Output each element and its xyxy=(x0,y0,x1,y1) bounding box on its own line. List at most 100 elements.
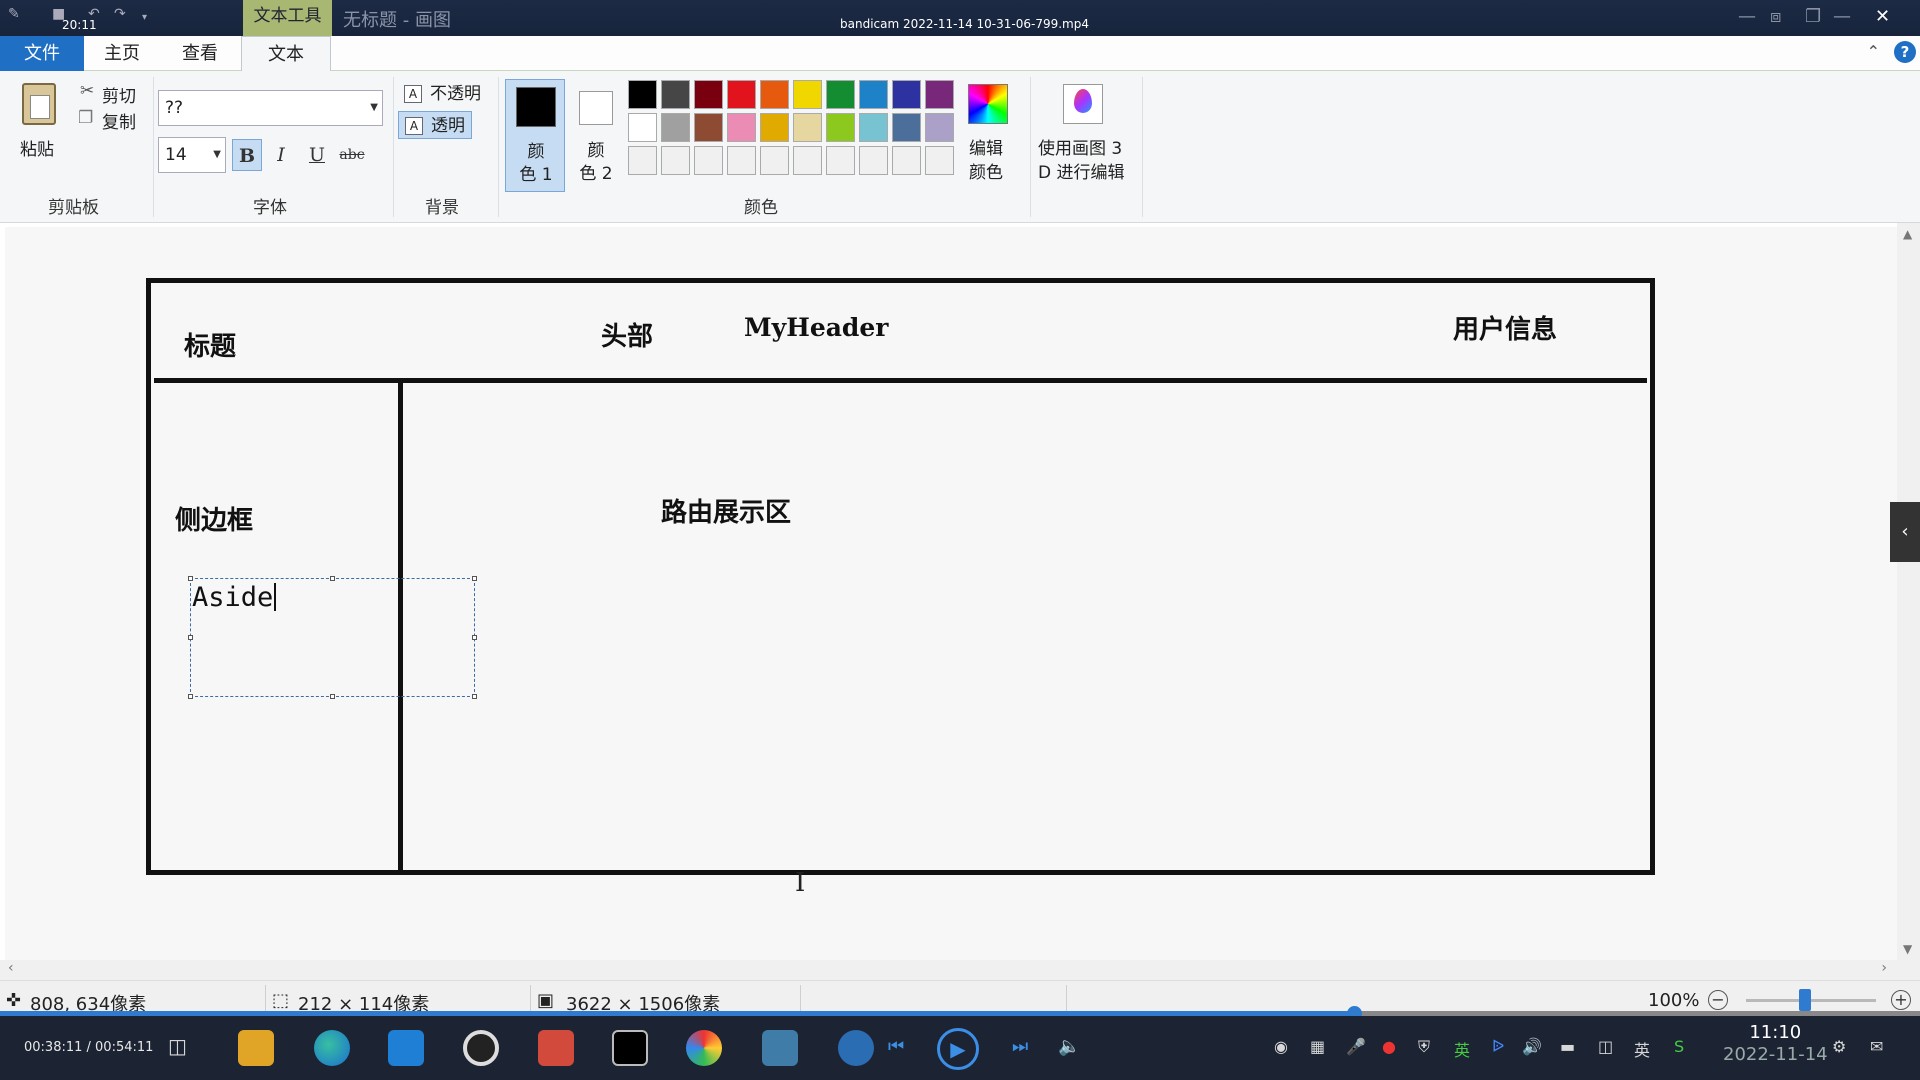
tray-grid-icon[interactable]: ▦ xyxy=(1310,1037,1325,1056)
copy-button[interactable]: 复制 xyxy=(102,108,136,133)
tray-app-icon[interactable]: ◉ xyxy=(1274,1037,1288,1056)
scroll-right-icon[interactable]: › xyxy=(1881,960,1887,976)
palette-swatch[interactable] xyxy=(859,146,888,175)
volume-icon[interactable]: 🔈 xyxy=(1058,1036,1080,1057)
transparent-option[interactable]: A 透明 xyxy=(398,111,472,139)
paint-taskbar-icon[interactable] xyxy=(762,1030,798,1066)
palette-swatch[interactable] xyxy=(859,80,888,109)
resize-handle[interactable] xyxy=(472,635,477,640)
edit-colors-icon[interactable] xyxy=(968,84,1008,124)
palette-swatch[interactable] xyxy=(925,80,954,109)
horizontal-scrollbar[interactable]: ‹ › xyxy=(0,960,1897,980)
strikethrough-button[interactable]: abc xyxy=(336,139,368,171)
opaque-option[interactable]: A 不透明 xyxy=(398,80,487,108)
resize-handle[interactable] xyxy=(188,694,193,699)
microphone-icon[interactable]: 🎤 xyxy=(1346,1037,1366,1056)
zoom-out-button[interactable]: − xyxy=(1708,990,1728,1010)
resize-handle[interactable] xyxy=(472,694,477,699)
fullscreen-icon[interactable]: ⧈ xyxy=(1770,6,1781,27)
paint3d-icon[interactable] xyxy=(1063,84,1103,124)
palette-swatch[interactable] xyxy=(793,80,822,109)
notification-icon[interactable]: ✉ xyxy=(1870,1037,1883,1056)
collapse-ribbon-icon[interactable]: ⌃ xyxy=(1867,42,1880,61)
file-explorer-icon[interactable] xyxy=(238,1030,274,1066)
paint3d-label-line2[interactable]: D 进行编辑 xyxy=(1038,158,1125,183)
help-icon[interactable]: ? xyxy=(1894,41,1916,63)
bold-button[interactable]: B xyxy=(232,139,262,171)
paint-app-icon[interactable]: ✎ xyxy=(8,6,20,22)
ime-lang-label[interactable]: 英 xyxy=(1454,1037,1470,1061)
resize-handle[interactable] xyxy=(472,576,477,581)
palette-swatch[interactable] xyxy=(727,80,756,109)
italic-button[interactable]: I xyxy=(266,139,296,171)
system-clock[interactable]: 11:10 2022-11-14 xyxy=(1723,1022,1828,1066)
font-family-select[interactable]: ?? ▼ xyxy=(158,90,383,126)
palette-swatch[interactable] xyxy=(628,80,657,109)
speaker-icon[interactable]: 🔊 xyxy=(1522,1037,1542,1056)
palette-swatch[interactable] xyxy=(694,113,723,142)
palette-swatch[interactable] xyxy=(628,113,657,142)
resize-handle[interactable] xyxy=(188,576,193,581)
palette-swatch[interactable] xyxy=(793,146,822,175)
palette-swatch[interactable] xyxy=(892,80,921,109)
palette-swatch[interactable] xyxy=(826,80,855,109)
palette-swatch[interactable] xyxy=(892,146,921,175)
minimize-icon[interactable]: — xyxy=(1833,6,1851,27)
palette-swatch[interactable] xyxy=(760,146,789,175)
resize-handle[interactable] xyxy=(330,694,335,699)
palette-swatch[interactable] xyxy=(694,80,723,109)
scroll-down-icon[interactable]: ▼ xyxy=(1903,942,1912,956)
palette-swatch[interactable] xyxy=(859,113,888,142)
previous-icon[interactable]: ⏮ xyxy=(888,1036,904,1057)
underline-button[interactable]: U xyxy=(302,139,332,171)
copy-icon[interactable]: ❐ xyxy=(78,108,93,128)
redo-icon[interactable]: ↷ xyxy=(114,6,126,22)
quick-access-dropdown-icon[interactable]: ▾ xyxy=(142,12,147,23)
tab-view[interactable]: 查看 xyxy=(160,36,240,71)
palette-swatch[interactable] xyxy=(694,146,723,175)
zoom-slider-thumb[interactable] xyxy=(1798,989,1811,1011)
shield-icon[interactable]: ⛨ xyxy=(1418,1037,1430,1057)
zoom-slider[interactable] xyxy=(1746,999,1876,1002)
palette-swatch[interactable] xyxy=(793,113,822,142)
paste-icon[interactable] xyxy=(22,83,56,125)
vertical-scrollbar[interactable]: ▲ ▼ xyxy=(1897,223,1920,960)
terminal-icon[interactable] xyxy=(612,1030,648,1066)
tab-file[interactable]: 文件 xyxy=(0,36,84,71)
paint3d-label-line1[interactable]: 使用画图 3 xyxy=(1038,134,1122,159)
palette-swatch[interactable] xyxy=(727,113,756,142)
palette-swatch[interactable] xyxy=(661,80,690,109)
palette-swatch[interactable] xyxy=(628,146,657,175)
palette-swatch[interactable] xyxy=(826,113,855,142)
palette-swatch[interactable] xyxy=(760,113,789,142)
chrome-icon[interactable] xyxy=(686,1030,722,1066)
tab-text[interactable]: 文本 xyxy=(241,36,331,72)
undo-icon[interactable]: ↶ xyxy=(88,6,100,22)
palette-swatch[interactable] xyxy=(727,146,756,175)
resize-handle[interactable] xyxy=(330,576,335,581)
play-button[interactable]: ▶ xyxy=(937,1028,979,1070)
bandicam-icon[interactable] xyxy=(463,1030,499,1066)
palette-swatch[interactable] xyxy=(925,113,954,142)
edit-colors-label-line2[interactable]: 颜色 xyxy=(969,158,1003,183)
battery-icon[interactable]: ▬ xyxy=(1560,1037,1575,1056)
close-icon[interactable]: ✕ xyxy=(1875,6,1890,27)
vscode-icon[interactable] xyxy=(388,1030,424,1066)
next-icon[interactable]: ⏭ xyxy=(1012,1036,1028,1057)
palette-swatch[interactable] xyxy=(892,113,921,142)
edit-colors-label-line1[interactable]: 编辑 xyxy=(969,134,1003,159)
edge-icon[interactable] xyxy=(314,1030,350,1066)
scroll-left-icon[interactable]: ‹ xyxy=(8,960,14,976)
app-icon[interactable] xyxy=(538,1030,574,1066)
palette-swatch[interactable] xyxy=(826,146,855,175)
zoom-in-button[interactable]: + xyxy=(1891,990,1911,1010)
tray-settings-icon[interactable]: ⚙ xyxy=(1832,1037,1846,1056)
palette-swatch[interactable] xyxy=(760,80,789,109)
cut-button[interactable]: 剪切 xyxy=(102,82,136,107)
record-icon[interactable]: ● xyxy=(1382,1037,1396,1056)
scroll-up-icon[interactable]: ▲ xyxy=(1903,227,1912,241)
bluetooth-icon[interactable]: ᐉ xyxy=(1492,1037,1504,1056)
task-view-icon[interactable]: ◫ xyxy=(168,1034,187,1058)
palette-swatch[interactable] xyxy=(925,146,954,175)
color1-button[interactable]: 颜 色 1 xyxy=(505,79,565,192)
